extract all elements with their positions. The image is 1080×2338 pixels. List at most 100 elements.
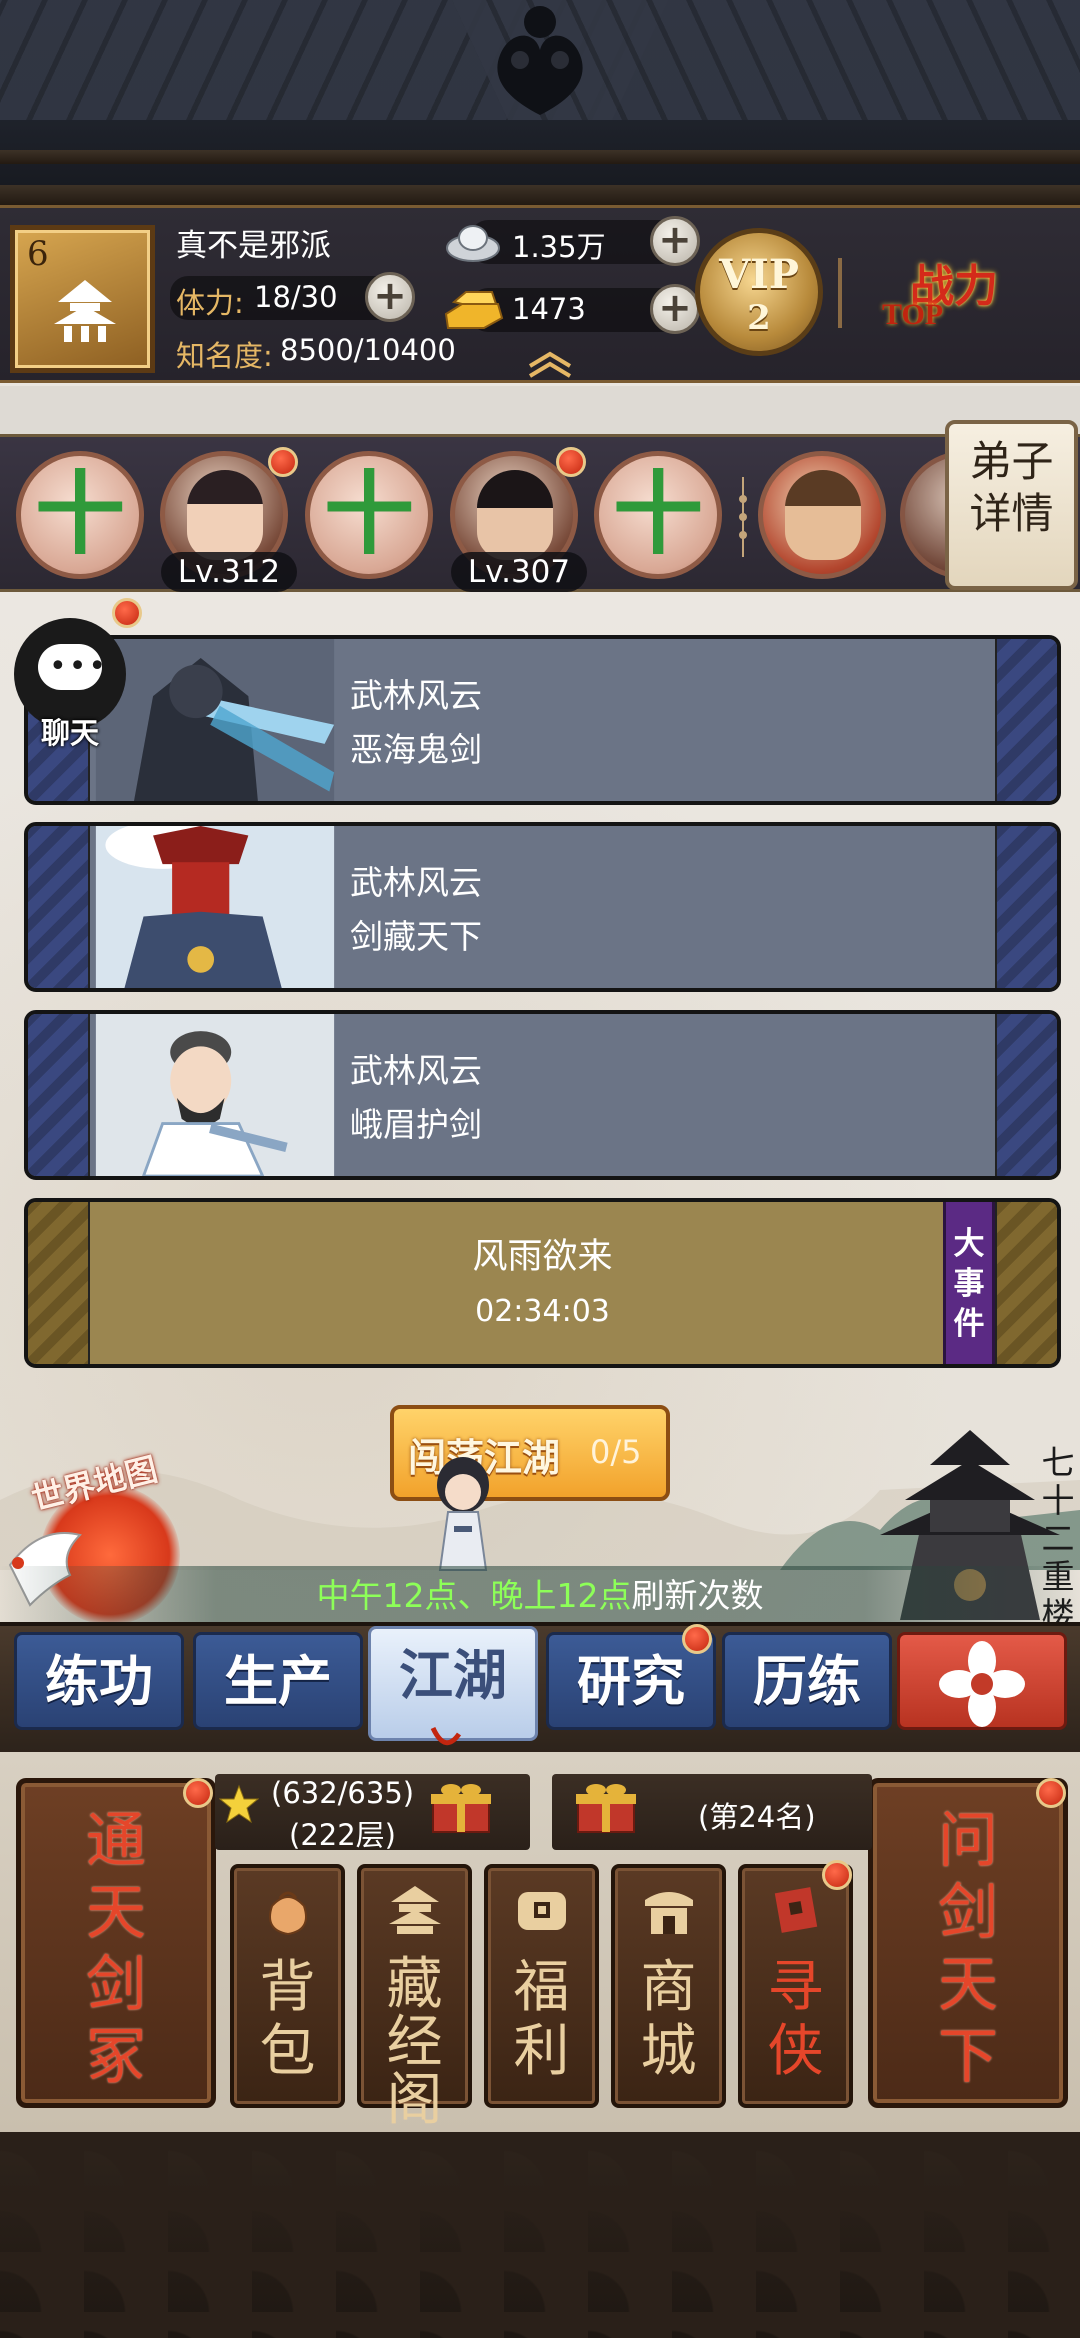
player-level-badge[interactable]: 6: [10, 225, 155, 373]
right-plaque-text: 问剑天下: [938, 1806, 998, 2092]
flower-emblem-icon: [939, 1641, 1025, 1727]
header-divider: [838, 258, 842, 328]
scripture-pavilion-label: 藏经阁: [386, 1952, 443, 2133]
rank-bar[interactable]: (第24名): [552, 1774, 872, 1850]
disciple-portrait: [477, 470, 553, 560]
scripture-pavilion-button[interactable]: 藏经阁: [357, 1864, 472, 2130]
chat-button[interactable]: ••• 聊天: [14, 618, 126, 750]
activity-card[interactable]: 武林风云 峨眉护剑: [24, 1010, 1061, 1180]
disciple-slot-avatar[interactable]: [758, 451, 886, 579]
gift-box-icon: [431, 1784, 491, 1833]
silver-ingot-icon: [446, 225, 500, 262]
roof-beam: [0, 150, 1080, 164]
heaven-sword-tomb-button[interactable]: 通天剑冢: [16, 1778, 216, 2108]
cloud-ornament-icon: [497, 6, 583, 115]
card-edge-left: [28, 1202, 90, 1364]
disciple-slot-empty[interactable]: 十: [594, 451, 722, 579]
disciple-portrait: [187, 470, 263, 560]
activity-title: 武林风云: [350, 1051, 482, 1090]
pavilion-icon: [388, 1886, 441, 1934]
armored-warrior-portrait: [95, 639, 335, 801]
shop-label: 商城: [640, 1955, 697, 2084]
activity-card[interactable]: 武林风云 恶海鬼剑: [24, 635, 1061, 805]
tab-special[interactable]: [897, 1632, 1067, 1730]
disciple-portrait: [785, 470, 861, 560]
main-tab-bar: 练功 生产 江湖 研究 历练: [0, 1622, 1080, 1752]
collapse-chevron-icon[interactable]: [525, 348, 575, 378]
chat-label: 聊天: [40, 716, 99, 750]
disciple-level: Lv.312: [161, 552, 297, 592]
ask-sword-world-button[interactable]: 问剑天下: [868, 1778, 1068, 2108]
emei-swordsman-portrait: [95, 1014, 335, 1176]
shop-icon: [644, 1892, 693, 1934]
backpack-button[interactable]: 背包: [230, 1864, 345, 2108]
refresh-notice: 中午12点、晚上12点刷新次数: [0, 1566, 1080, 1626]
disciple-slot-avatar[interactable]: Lv.312: [160, 451, 297, 592]
disciple-slot-empty[interactable]: 十: [305, 451, 433, 579]
notification-dot: [682, 1624, 712, 1654]
notification-dot: [556, 447, 586, 477]
gold-bar-icon: [444, 291, 504, 329]
disciple-level: Lv.307: [451, 552, 587, 592]
stamina-label: 体力:: [176, 286, 244, 320]
vip-level: 2: [747, 298, 771, 338]
add-silver-button[interactable]: +: [650, 216, 700, 266]
add-stamina-button[interactable]: +: [365, 272, 415, 322]
fame-label: 知名度:: [176, 339, 273, 373]
tab-experience[interactable]: 历练: [722, 1632, 892, 1730]
samurai-portrait: [95, 826, 335, 988]
card-edge-right: [995, 826, 1057, 988]
bag-icon: [268, 1891, 307, 1936]
tab-training[interactable]: 练功: [14, 1632, 184, 1730]
silver-value: 1.35万: [512, 230, 606, 264]
activity-title: 武林风云: [350, 863, 482, 902]
disciple-detail-line1: 弟子: [969, 437, 1054, 486]
left-plaque-text: 通天剑冢: [86, 1806, 146, 2092]
activity-subtitle: 剑藏天下: [350, 917, 482, 956]
bottom-menu-panel: 通天剑冢 问剑天下 (632/635) (222层) (第24名) 背包 藏经阁…: [0, 1752, 1080, 2132]
notification-dot: [183, 1778, 213, 1808]
major-event-card[interactable]: 风雨欲来 02:34:03 大事件: [24, 1198, 1061, 1368]
disciple-detail-line2: 详情: [969, 489, 1054, 538]
footer-wave-pattern: [0, 2132, 1080, 2338]
notification-dot: [268, 447, 298, 477]
seek-hero-label: 寻侠: [767, 1955, 824, 2084]
seek-hero-button[interactable]: 寻侠: [738, 1864, 853, 2108]
scroll-icon: [774, 1887, 817, 1933]
plus-icon: 十: [35, 462, 125, 567]
card-edge-left: [28, 1014, 90, 1176]
vip-label: VIP: [719, 251, 799, 298]
vip-badge[interactable]: VIP 2: [695, 228, 823, 356]
stamina-value: 18/30: [254, 280, 338, 314]
activity-card[interactable]: 武林风云 剑藏天下: [24, 822, 1061, 992]
strip-gap: [0, 386, 1080, 434]
tab-production[interactable]: 生产: [193, 1632, 363, 1730]
tower-floor: (222层): [289, 1818, 396, 1852]
gift-box-icon: [576, 1784, 636, 1833]
refresh-times: 中午12点、晚上12点: [316, 1576, 632, 1615]
disciple-slot-empty[interactable]: 十: [16, 451, 144, 579]
shop-button[interactable]: 商城: [611, 1864, 726, 2108]
gold-value: 1473: [512, 292, 586, 326]
plus-icon: 十: [324, 462, 414, 567]
add-gold-button[interactable]: +: [650, 284, 700, 334]
power-ranking-emblem[interactable]: 战力 TOP: [870, 228, 1075, 348]
plus-icon: 十: [613, 462, 703, 567]
fame-value: 8500/10400: [280, 333, 456, 367]
hero-chibi-sprite[interactable]: [418, 1450, 508, 1580]
notification-dot: [1036, 1778, 1066, 1808]
pavilion-icon: [54, 280, 116, 342]
tower-progress-bar[interactable]: (632/635) (222层): [215, 1774, 530, 1852]
card-edge-left: [28, 826, 90, 988]
major-event-tag: 大事件: [943, 1202, 995, 1364]
event-timer: 02:34:03: [475, 1294, 610, 1329]
roof-decoration: [0, 0, 1080, 205]
disciple-bar: 十 Lv.312 十 Lv.307 十: [0, 434, 1080, 592]
disciple-detail-button[interactable]: 弟子 详情: [945, 420, 1078, 590]
activity-subtitle: 恶海鬼剑: [350, 730, 482, 769]
event-title: 风雨欲来: [472, 1237, 613, 1277]
welfare-button[interactable]: 福利: [484, 1864, 599, 2108]
quest-count: 0/5: [590, 1433, 642, 1471]
tower-progress: (632/635): [271, 1776, 415, 1810]
star-icon: [219, 1784, 259, 1824]
